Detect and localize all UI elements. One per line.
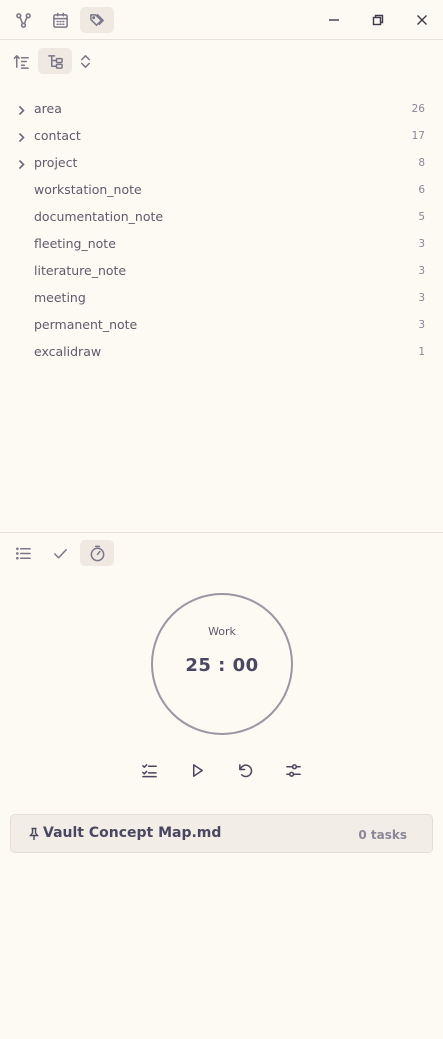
tag-count: 1 <box>418 345 425 358</box>
tag-row[interactable]: project 8 <box>0 149 443 176</box>
pinned-file-name: Vault Concept Map.md <box>43 825 222 841</box>
expand-collapse-button[interactable] <box>68 48 102 74</box>
minimize-button[interactable] <box>321 7 347 33</box>
reset-button[interactable] <box>233 758 257 782</box>
close-button[interactable] <box>409 7 435 33</box>
settings-sliders-icon <box>285 763 301 777</box>
tag-row[interactable]: excalidraw 1 <box>0 338 443 365</box>
sort-button[interactable] <box>4 48 38 74</box>
restore-button[interactable] <box>365 7 391 33</box>
graph-icon <box>15 12 31 28</box>
play-button[interactable] <box>185 758 209 782</box>
task-count: 0 tasks <box>358 828 407 842</box>
tag-name: area <box>34 101 62 116</box>
tag-name: literature_note <box>34 263 127 278</box>
graph-view-button[interactable] <box>6 7 40 33</box>
list-icon <box>15 546 31 560</box>
tag-count: 3 <box>418 264 425 277</box>
tag-count: 8 <box>418 156 425 169</box>
tag-row[interactable]: literature_note 3 <box>0 257 443 284</box>
tag-name: excalidraw <box>34 344 102 359</box>
tasks-button[interactable] <box>43 540 77 566</box>
tag-toolbar <box>0 46 443 76</box>
pin-icon <box>28 826 40 840</box>
tag-name: project <box>34 155 78 170</box>
tag-row[interactable]: workstation_note 6 <box>0 176 443 203</box>
pomodoro-timer: Work 25 : 00 <box>151 593 293 735</box>
tag-count: 6 <box>418 183 425 196</box>
tag-count: 3 <box>418 318 425 331</box>
restore-icon <box>372 14 384 26</box>
close-icon <box>417 15 427 25</box>
task-list-icon <box>141 763 157 777</box>
timer-settings-button[interactable] <box>281 758 305 782</box>
expand-collapse-icon <box>80 54 90 68</box>
chevron-right-icon[interactable] <box>15 102 28 116</box>
reset-icon <box>238 763 252 777</box>
pinned-file-card[interactable]: Vault Concept Map.md 0 tasks <box>10 814 433 853</box>
tree-view-button[interactable] <box>38 48 72 74</box>
tag-count: 3 <box>418 291 425 304</box>
tag-count: 5 <box>418 210 425 223</box>
task-list-button[interactable] <box>137 758 161 782</box>
top-bar <box>0 0 443 40</box>
tree-view-icon <box>47 54 63 69</box>
tag-row[interactable]: area 26 <box>0 95 443 122</box>
check-icon <box>53 548 67 559</box>
play-icon <box>192 763 203 777</box>
tag-row[interactable]: fleeting_note 3 <box>0 230 443 257</box>
tag-name: meeting <box>34 290 86 305</box>
minimize-icon <box>329 19 339 21</box>
timer-mode-label: Work <box>208 625 236 638</box>
tag-count: 3 <box>418 237 425 250</box>
tag-row[interactable]: permanent_note 3 <box>0 311 443 338</box>
outline-button[interactable] <box>6 540 40 566</box>
tag-name: permanent_note <box>34 317 138 332</box>
tag-list: area 26 contact 17 project 8 workstation_note 6… <box>0 95 443 365</box>
chevron-right-icon[interactable] <box>15 129 28 143</box>
tag-name: fleeting_note <box>34 236 116 251</box>
tag-count: 17 <box>411 129 425 142</box>
tags-icon <box>89 13 104 26</box>
pane-divider <box>0 532 443 533</box>
timer-countdown: 25 : 00 <box>185 655 259 676</box>
tag-row[interactable]: meeting 3 <box>0 284 443 311</box>
calendar-button[interactable] <box>43 7 77 33</box>
bottom-toolbar <box>0 539 443 567</box>
sort-icon <box>13 54 29 69</box>
timer-icon <box>90 545 104 561</box>
tags-button[interactable] <box>80 7 114 33</box>
tag-row[interactable]: documentation_note 5 <box>0 203 443 230</box>
calendar-icon <box>52 12 68 28</box>
tag-name: documentation_note <box>34 209 164 224</box>
tag-count: 26 <box>411 102 425 115</box>
tag-name: workstation_note <box>34 182 142 197</box>
tag-row[interactable]: contact 17 <box>0 122 443 149</box>
tag-name: contact <box>34 128 81 143</box>
chevron-right-icon[interactable] <box>15 156 28 170</box>
timer-button[interactable] <box>80 540 114 566</box>
timer-controls <box>0 758 443 782</box>
